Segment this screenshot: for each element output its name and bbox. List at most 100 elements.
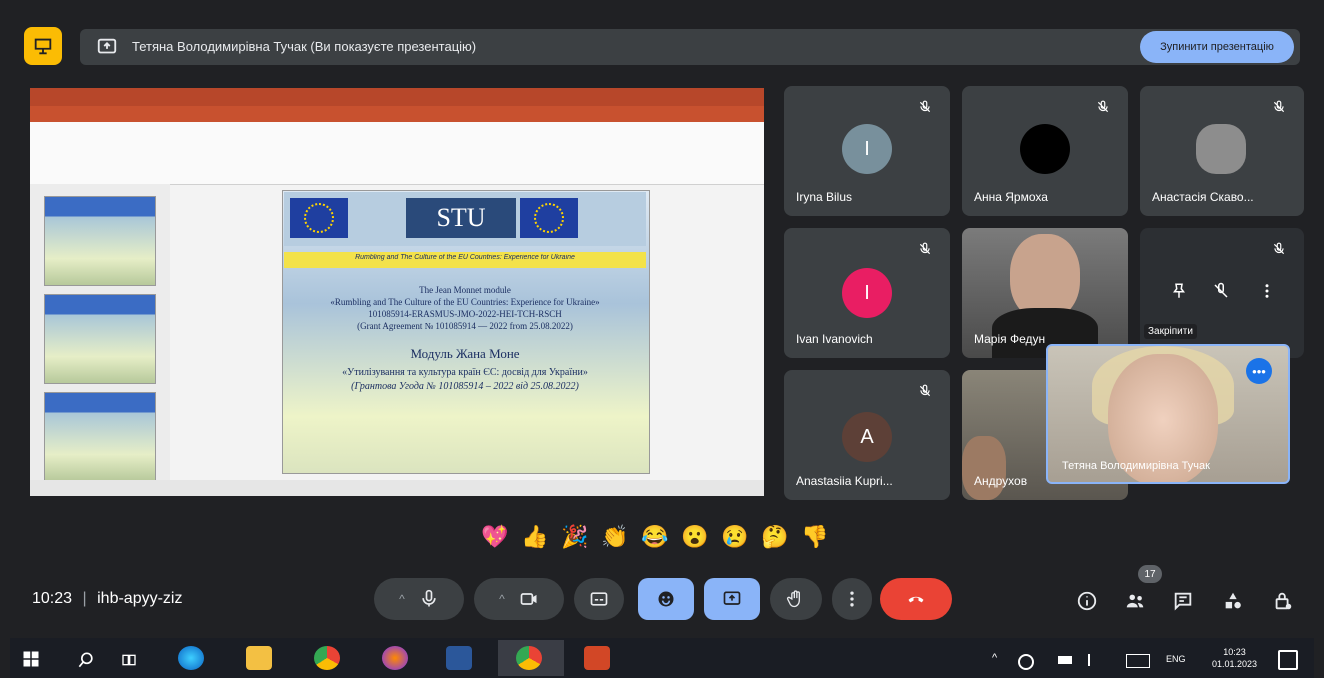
self-view-tile[interactable]: ••• Тетяна Володимирівна Тучак [1046,344,1290,484]
mic-off-icon [919,242,931,255]
people-button[interactable] [1120,586,1150,616]
participant-name: Iryna Bilus [796,190,853,204]
tray-chevron-icon[interactable]: ^ [992,652,997,664]
meet-logo[interactable] [24,27,62,65]
presenting-text: Тетяна Володимирівна Тучак (Ви показуєте… [132,39,477,54]
mic-off-icon [919,384,931,397]
keyboard-icon[interactable] [1126,654,1150,668]
chrome-icon[interactable] [516,646,542,670]
participant-tile[interactable]: Марія Федун [962,228,1128,358]
notifications-icon[interactable] [1278,650,1298,670]
slide-logo: STU [406,198,516,238]
edge-icon[interactable] [178,646,204,670]
slide-line: (Грантова Угода № 101085914 – 2022 від 2… [351,381,579,392]
camera-control[interactable]: ^ [474,578,564,620]
slide-line: «Rumbling and The Culture of the EU Coun… [330,297,600,307]
chat-button[interactable] [1168,586,1198,616]
participant-tile[interactable]: Закріпити [1140,228,1304,358]
hand-icon[interactable] [786,589,806,609]
chevron-up-icon[interactable]: ^ [399,592,405,606]
search-icon[interactable] [76,650,96,670]
reaction-thinking[interactable]: 🤔 [760,522,790,552]
more-options-button[interactable] [832,578,872,620]
mic-off-icon [1273,242,1285,255]
slide-line: (Grant Agreement № 101085914 — 2022 from… [357,321,573,331]
battery-icon[interactable] [1058,656,1072,664]
more-vert-icon[interactable] [842,589,862,609]
avatar [1196,124,1246,174]
clock[interactable]: 10:23 01.01.2023 [1212,646,1257,670]
raise-hand-button[interactable] [770,578,822,620]
reaction-clap[interactable]: 👏 [600,522,630,552]
present-screen-icon[interactable] [722,589,742,609]
powerpoint-icon[interactable] [584,646,610,670]
mic-off-icon[interactable] [1212,282,1230,300]
camera-icon[interactable] [519,589,539,609]
slide-line: «Утилізування та культура країн ЄС: досв… [342,367,588,378]
mic-off-icon [919,100,931,113]
slide-thumbnail [44,294,156,384]
self-view-name: Тетяна Володимирівна Тучак [1062,460,1210,472]
meeting-info: 10:23 | ihb-apyy-ziz [32,590,182,608]
participant-name: Анна Ярмоха [974,190,1048,204]
reactions-bar: 💖 👍 🎉 👏 😂 😮 😢 🤔 👎 [480,520,850,554]
participant-tile[interactable]: I Ivan Ivanovich [784,228,950,358]
input-language[interactable]: ENG [1166,654,1186,664]
tray-network-icon[interactable] [1018,654,1034,670]
task-view-icon[interactable] [120,652,138,668]
chevron-up-icon[interactable]: ^ [499,592,505,606]
volume-icon[interactable] [1088,654,1102,666]
present-screen-icon [97,38,117,54]
file-explorer-icon[interactable] [246,646,272,670]
participant-tile[interactable]: Анастасія Скаво... [1140,86,1304,216]
lock-person-icon[interactable] [1272,590,1294,612]
chrome-icon[interactable] [314,646,340,670]
present-button[interactable] [704,578,760,620]
people-icon[interactable] [1124,590,1146,612]
microphone-control[interactable]: ^ [374,578,464,620]
activities-button[interactable] [1218,586,1248,616]
participant-tile[interactable]: I Iryna Bilus [784,86,950,216]
clock-date: 01.01.2023 [1212,659,1258,669]
emoji-icon[interactable] [656,589,676,609]
end-call-button[interactable] [880,578,952,620]
slide-body: The Jean Monnet module «Rumbling and The… [296,284,634,464]
participant-name: Андрухов [974,474,1028,488]
reaction-thumbs-up[interactable]: 👍 [520,522,550,552]
more-options-icon[interactable] [1258,282,1276,300]
ppt-ribbon [30,122,764,185]
host-controls-button[interactable] [1268,586,1298,616]
participant-tile[interactable]: Анна Ярмоха [962,86,1128,216]
reaction-laugh[interactable]: 😂 [640,522,670,552]
meeting-separator: | [82,590,87,607]
stop-presenting-button[interactable]: Зупинити презентацію [1140,31,1294,63]
ppt-ribbon-tabs [30,106,764,122]
info-icon[interactable] [1076,590,1098,612]
reaction-heart[interactable]: 💖 [480,522,510,552]
reaction-sad[interactable]: 😢 [720,522,750,552]
windows-start-icon[interactable] [22,650,40,668]
microphone-icon[interactable] [419,589,439,609]
pin-icon[interactable] [1170,282,1188,300]
reaction-celebrate[interactable]: 🎉 [560,522,590,552]
app-icon[interactable] [382,646,408,670]
captions-button[interactable] [574,578,624,620]
reaction-surprised[interactable]: 😮 [680,522,710,552]
avatar: I [842,268,892,318]
slide-subtitle: Rumbling and The Culture of the EU Count… [355,254,575,261]
chat-icon[interactable] [1172,590,1194,612]
hang-up-icon[interactable] [906,589,926,609]
captions-icon[interactable] [589,589,609,609]
activities-icon[interactable] [1222,590,1244,612]
meeting-details-button[interactable] [1072,586,1102,616]
participant-name: Ivan Ivanovich [796,332,873,346]
eu-flag-icon [520,198,578,238]
participant-tile[interactable]: A Anastasiia Kupri... [784,370,950,500]
slide-thumbnail [44,392,156,482]
reactions-button[interactable] [638,578,694,620]
mic-off-icon [1273,100,1285,113]
self-view-more-button[interactable]: ••• [1246,358,1272,384]
word-icon[interactable] [446,646,472,670]
meeting-code: ihb-apyy-ziz [97,590,183,607]
reaction-thumbs-down[interactable]: 👎 [800,522,830,552]
